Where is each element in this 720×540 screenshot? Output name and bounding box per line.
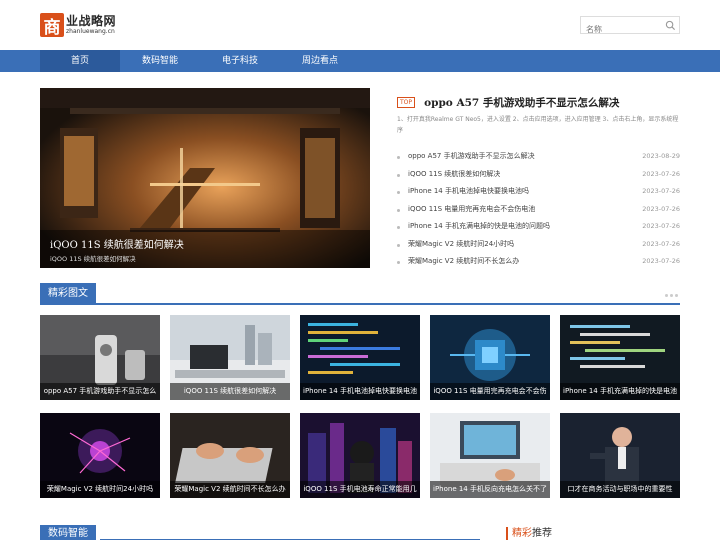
card-caption: iQOO 11S 电量用完再充电会不会伤 — [430, 383, 550, 400]
card-caption: iPhone 14 手机反向充电怎么关不了 — [430, 481, 550, 498]
search-icon[interactable] — [665, 20, 676, 31]
news-item[interactable]: iQOO 11S 续航很差如何解决 2023-07-26 — [397, 166, 682, 184]
news-list: oppo A57 手机游戏助手不显示怎么解决 2023-08-29 iQOO 11… — [397, 148, 682, 271]
top-article: TOP oppo A57 手机游戏助手不显示怎么解决 — [397, 92, 682, 111]
nav-item-home[interactable]: 首页 — [40, 50, 120, 72]
card-caption: oppo A57 手机游戏助手不显示怎么 — [40, 383, 160, 400]
logo-text: 业战略网 — [66, 14, 117, 28]
card-caption: 口才在商务活动与职场中的重要性 — [560, 481, 680, 498]
top-article-title[interactable]: oppo A57 手机游戏助手不显示怎么解决 — [424, 95, 619, 110]
hero-title[interactable]: iQOO 11S 续航很差如何解决 — [50, 236, 184, 251]
featured-card[interactable]: iPhone 14 手机电池掉电快要换电池 — [300, 315, 420, 400]
top-badge: TOP — [397, 97, 416, 108]
logo-mark: 商 — [40, 13, 64, 38]
hero-slide[interactable]: iQOO 11S 续航很差如何解决 iQOO 11S 续航很差如何解决 — [40, 88, 370, 268]
featured-card[interactable]: 口才在商务活动与职场中的重要性 — [560, 413, 680, 498]
main-nav: 首页 数码智能 电子科技 周边看点 — [0, 50, 720, 72]
card-caption: 荣耀Magic V2 续航时间不长怎么办 — [170, 481, 290, 498]
top-article-desc: 1、打开真我Realme GT Neo5，进入设置 2、点击应用选项，进入应用管… — [397, 116, 679, 134]
news-item[interactable]: iQOO 11S 电量用完再充电会不会伤电池 2023-07-26 — [397, 201, 682, 219]
featured-card[interactable]: iQOO 11S 续航很差如何解决 — [170, 315, 290, 400]
digital-section-title: 数码智能 — [40, 525, 96, 540]
featured-section-header: 精彩图文 — [40, 283, 680, 305]
featured-card[interactable]: iPhone 14 手机反向充电怎么关不了 — [430, 413, 550, 498]
nav-item-around[interactable]: 周边看点 — [280, 50, 360, 72]
more-dots-icon[interactable] — [665, 294, 678, 297]
news-item[interactable]: iPhone 14 手机电池掉电快要换电池吗 2023-07-26 — [397, 183, 682, 201]
search-input[interactable] — [581, 21, 661, 38]
nav-item-digital[interactable]: 数码智能 — [120, 50, 200, 72]
card-caption: iQOO 11S 续航很差如何解决 — [170, 383, 290, 400]
card-caption: 荣耀Magic V2 续航时间24小时吗 — [40, 481, 160, 498]
recommend-title: 精彩推荐 — [506, 527, 552, 540]
featured-section-title: 精彩图文 — [40, 283, 96, 305]
featured-card[interactable]: iQOO 11S 手机电池寿命正常能用几 — [300, 413, 420, 498]
card-caption: iPhone 14 手机充满电掉的快是电池 — [560, 383, 680, 400]
featured-card[interactable]: 荣耀Magic V2 续航时间24小时吗 — [40, 413, 160, 498]
search-box — [580, 16, 680, 38]
news-item[interactable]: iPhone 14 手机充满电掉的快是电池的问题吗 2023-07-26 — [397, 218, 682, 236]
featured-card[interactable]: oppo A57 手机游戏助手不显示怎么 — [40, 315, 160, 400]
featured-card[interactable]: iQOO 11S 电量用完再充电会不会伤 — [430, 315, 550, 400]
news-item[interactable]: 荣耀Magic V2 续航时间24小时吗 2023-07-26 — [397, 236, 682, 254]
news-item[interactable]: oppo A57 手机游戏助手不显示怎么解决 2023-08-29 — [397, 148, 682, 166]
featured-card[interactable]: iPhone 14 手机充满电掉的快是电池 — [560, 315, 680, 400]
hero-caption: iQOO 11S 续航很差如何解决 iQOO 11S 续航很差如何解决 — [40, 230, 370, 268]
site-logo[interactable]: 商 业战略网 zhanluewang.cn — [40, 12, 116, 38]
nav-item-tech[interactable]: 电子科技 — [200, 50, 280, 72]
card-caption: iQOO 11S 手机电池寿命正常能用几 — [300, 481, 420, 498]
header-bar: 商 业战略网 zhanluewang.cn — [0, 0, 720, 50]
news-item[interactable]: 荣耀Magic V2 续航时间不长怎么办 2023-07-26 — [397, 253, 682, 271]
featured-card[interactable]: 荣耀Magic V2 续航时间不长怎么办 — [170, 413, 290, 498]
hero-subtitle: iQOO 11S 续航很差如何解决 — [50, 255, 136, 263]
logo-domain: zhanluewang.cn — [66, 28, 115, 35]
card-caption: iPhone 14 手机电池掉电快要换电池 — [300, 383, 420, 400]
